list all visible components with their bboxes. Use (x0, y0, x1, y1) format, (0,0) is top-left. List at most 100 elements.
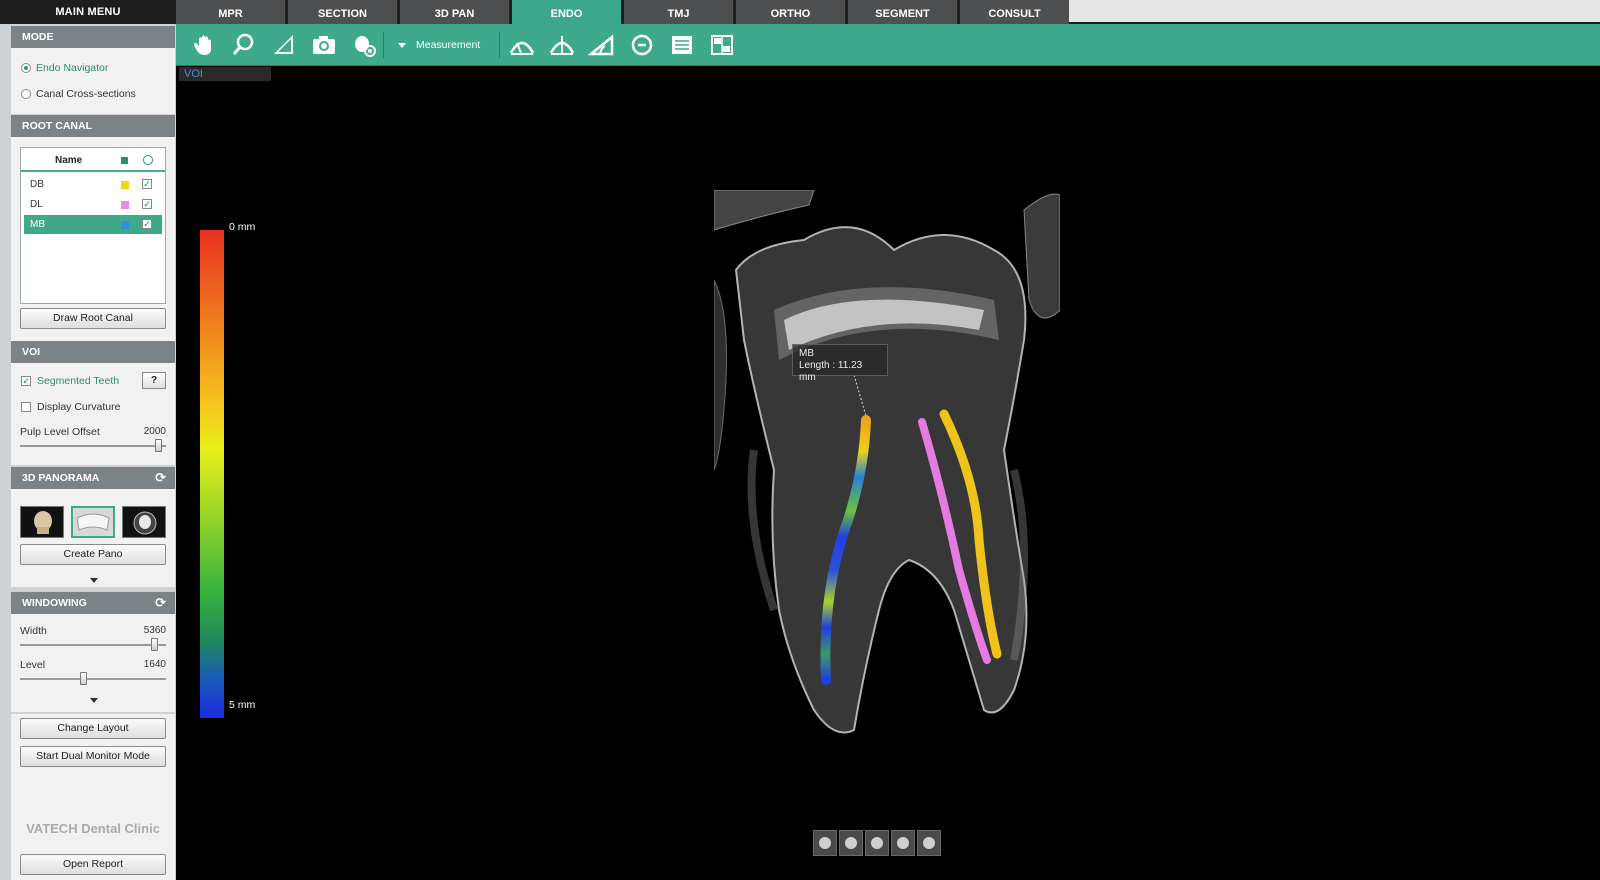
toolbar: Measurement (176, 24, 1600, 66)
zoom-icon[interactable] (230, 31, 258, 59)
windowing-header-label: WINDOWING (22, 597, 87, 609)
mode-section-header: MODE (11, 26, 175, 48)
panorama-bone-thumb[interactable] (122, 506, 166, 538)
radio-endo-navigator[interactable]: Endo Navigator (21, 62, 108, 74)
width-slider[interactable] (20, 644, 166, 646)
canal-distance-color-scale (200, 230, 224, 718)
rotate-icon[interactable] (628, 31, 656, 59)
canal-view-1-icon[interactable] (508, 31, 536, 59)
view-anterior-icon[interactable] (813, 830, 837, 856)
annotation-length: Length : 11.23 mm (799, 360, 863, 383)
display-curvature-checkbox[interactable]: Display Curvature (21, 401, 120, 413)
segmented-teeth-label: Segmented Teeth (37, 375, 120, 387)
canal-length-annotation[interactable]: MB Length : 11.23 mm (792, 344, 888, 383)
pulp-level-offset-thumb[interactable] (154, 439, 162, 452)
view-posterior-icon[interactable] (891, 830, 915, 856)
tab-section[interactable]: SECTION (288, 0, 398, 24)
tab-tmj[interactable]: TMJ (624, 0, 734, 24)
column-name-header: Name (55, 155, 83, 166)
toolbar-separator (499, 32, 500, 58)
root-canal-section: Name DB ✓ DL ✓ MB ✓ Draw Root Canal (11, 137, 175, 341)
endo-3d-viewport[interactable]: VOI 0 mm 5 mm MB Length: 11.23 mm (176, 66, 1600, 880)
voi-section: ✓ Segmented Teeth ? Display Curvature Pu… (11, 363, 175, 465)
tab-mpr[interactable]: MPR (176, 0, 286, 24)
panorama-thumbnails (20, 506, 166, 538)
tab-consult[interactable]: CONSULT (960, 0, 1070, 24)
level-slider-thumb[interactable] (79, 672, 87, 685)
toolbar-separator (383, 32, 384, 58)
panorama-section: Create Pano (11, 489, 175, 587)
voi-section-header: VOI (11, 341, 175, 363)
display-curvature-label: Display Curvature (37, 401, 121, 413)
dual-monitor-button[interactable]: Start Dual Monitor Mode (20, 746, 166, 767)
tab-segment[interactable]: SEGMENT (848, 0, 958, 24)
root-canal-section-header: ROOT CANAL (11, 115, 175, 137)
radio-off-icon (21, 89, 31, 99)
mode-header-label: MODE (22, 31, 54, 43)
radio-on-icon (21, 63, 31, 73)
contrast-icon[interactable] (270, 31, 298, 59)
create-pano-button[interactable]: Create Pano (20, 544, 166, 565)
face-cursor-icon[interactable] (350, 31, 378, 59)
pulp-level-offset-value: 2000 (143, 426, 166, 437)
radio-canal-cross-sections[interactable]: Canal Cross-sections (21, 88, 136, 100)
panorama-teeth-thumb[interactable] (71, 506, 115, 538)
canal-row-dl[interactable]: DL ✓ (24, 195, 162, 214)
visibility-column-icon (143, 155, 153, 165)
open-report-button[interactable]: Open Report (20, 854, 166, 875)
main-menu-button[interactable]: MAIN MENU (0, 0, 176, 24)
module-tab-bar: MPR SECTION 3D PAN ENDO TMJ ORTHO SEGMEN… (176, 0, 1600, 24)
segmented-teeth-checkbox[interactable]: ✓ Segmented Teeth (21, 375, 119, 387)
canal-visibility-checkbox[interactable]: ✓ (142, 219, 152, 229)
angle-icon[interactable] (587, 31, 616, 59)
canal-row-name: DB (30, 179, 44, 190)
windowing-expand-icon[interactable] (90, 698, 98, 703)
level-slider[interactable] (20, 678, 166, 680)
canal-row-db[interactable]: DB ✓ (24, 175, 162, 194)
windowing-section: Width 5360 Level 1640 (11, 614, 175, 712)
level-value: 1640 (143, 659, 166, 670)
width-slider-thumb[interactable] (150, 638, 158, 651)
hand-icon[interactable] (190, 31, 218, 59)
tab-endo[interactable]: ENDO (512, 0, 622, 24)
pulp-level-offset-slider[interactable] (20, 445, 166, 447)
canal-visibility-checkbox[interactable]: ✓ (142, 199, 152, 209)
canal-color-swatch[interactable] (121, 221, 129, 229)
checkbox-unchecked-icon (21, 402, 31, 412)
tab-ortho[interactable]: ORTHO (736, 0, 846, 24)
panorama-section-header: 3D PANORAMA ⟳ (11, 467, 175, 489)
tab-3d-pan[interactable]: 3D PAN (400, 0, 510, 24)
mode-section: Endo Navigator Canal Cross-sections (11, 48, 175, 114)
camera-icon[interactable] (310, 31, 338, 59)
view-reset-icon[interactable] (917, 830, 941, 856)
brand-label: VATECH Dental Clinic (26, 821, 160, 836)
panorama-refresh-icon[interactable]: ⟳ (155, 467, 166, 489)
voi-header-label: VOI (22, 346, 41, 358)
width-value: 5360 (143, 625, 166, 636)
view-left-icon[interactable] (839, 830, 863, 856)
pulp-level-offset-label: Pulp Level Offset (20, 426, 100, 438)
panorama-header-label: 3D PANORAMA (22, 472, 100, 484)
canal-view-2-icon[interactable] (548, 31, 576, 59)
view-orientation-controls (813, 830, 941, 856)
annotation-canal-name: MB (799, 348, 814, 359)
canal-color-swatch[interactable] (121, 201, 129, 209)
tooth-3d-render[interactable] (714, 190, 1060, 750)
help-button[interactable]: ? (142, 372, 166, 389)
root-canal-header-label: ROOT CANAL (22, 120, 92, 132)
panorama-skull-thumb[interactable] (20, 506, 64, 538)
view-right-icon[interactable] (865, 830, 889, 856)
draw-root-canal-button[interactable]: Draw Root Canal (20, 308, 166, 329)
canal-row-mb[interactable]: MB ✓ (24, 215, 162, 234)
tabstrip-empty-area (1069, 0, 1600, 22)
measurement-dropdown[interactable]: Measurement (398, 39, 480, 51)
panorama-expand-icon[interactable] (90, 578, 98, 583)
scale-bottom-label: 5 mm (229, 699, 256, 711)
layout-icon[interactable] (708, 31, 736, 59)
windowing-refresh-icon[interactable]: ⟳ (155, 592, 166, 614)
change-layout-button[interactable]: Change Layout (20, 718, 166, 739)
canal-color-swatch[interactable] (121, 181, 129, 189)
report-icon[interactable] (668, 31, 696, 59)
canal-row-name: MB (30, 219, 45, 230)
canal-visibility-checkbox[interactable]: ✓ (142, 179, 152, 189)
